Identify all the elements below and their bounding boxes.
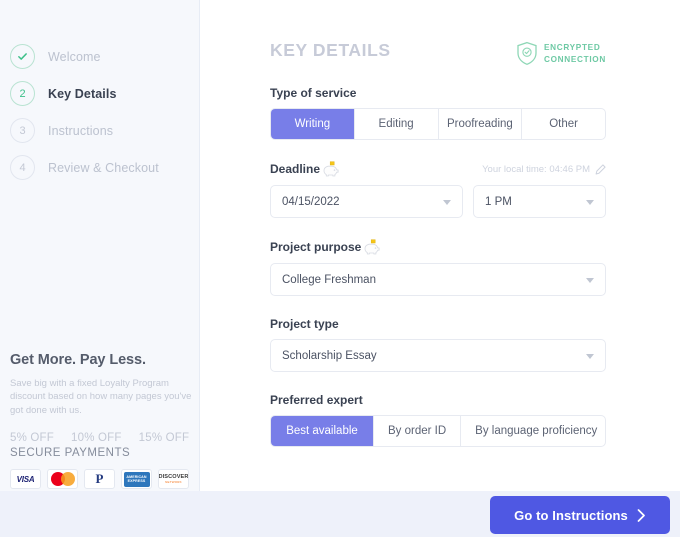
sidebar-step-label-instructions: Instructions xyxy=(48,124,113,138)
chevron-down-icon xyxy=(586,278,594,283)
project-purpose-label: Project purpose xyxy=(270,240,361,254)
loyalty-tier-2: 10% OFF xyxy=(71,432,122,444)
tab-best-available[interactable]: Best available xyxy=(271,416,373,446)
preferred-expert-label: Preferred expert xyxy=(270,393,606,407)
sidebar-step-instructions[interactable]: 3 Instructions xyxy=(10,112,199,149)
sidebar-step-label-review-checkout: Review & Checkout xyxy=(48,161,159,175)
payment-card-list: VISA P AMERICAN EXPRESS xyxy=(10,469,195,489)
tab-other[interactable]: Other xyxy=(521,109,605,139)
tab-editing[interactable]: Editing xyxy=(354,109,438,139)
secure-payments-title: SECURE PAYMENTS xyxy=(10,447,195,459)
visa-label: VISA xyxy=(17,475,35,484)
discover-sublabel: NETWORK xyxy=(158,480,188,484)
tab-proofreading[interactable]: Proofreading xyxy=(438,109,522,139)
loyalty-tier-1: 5% OFF xyxy=(10,432,54,444)
amex-icon: AMERICAN EXPRESS xyxy=(121,469,152,489)
check-icon xyxy=(17,51,28,62)
step-3-circle: 3 xyxy=(10,118,35,143)
go-to-instructions-button[interactable]: Go to Instructions xyxy=(490,496,670,534)
amex-label: AMERICAN EXPRESS xyxy=(124,475,150,484)
deadline-group: Deadline Your local time: 04:46 PM xyxy=(270,161,606,218)
project-purpose-group: Project purpose College Freshman xyxy=(270,239,606,296)
tab-by-language-proficiency[interactable]: By language proficiency xyxy=(460,416,606,446)
loyalty-description: Save big with a fixed Loyalty Program di… xyxy=(10,377,192,417)
sidebar: Welcome 2 Key Details 3 Instructions 4 R… xyxy=(0,0,200,495)
paypal-icon: P xyxy=(84,469,115,489)
type-of-service-group: Type of service Writing Editing Proofrea… xyxy=(270,86,606,140)
deadline-time-select[interactable]: 1 PM xyxy=(473,185,606,218)
chevron-right-icon xyxy=(637,509,646,522)
tab-writing[interactable]: Writing xyxy=(271,109,354,139)
sidebar-step-review-checkout[interactable]: 4 Review & Checkout xyxy=(10,149,199,186)
loyalty-tiers: 5% OFF 10% OFF 15% OFF xyxy=(10,432,192,444)
project-type-select[interactable]: Scholarship Essay xyxy=(270,339,606,372)
deadline-label-wrap: Deadline xyxy=(270,161,340,177)
key-details-form: KEY DETAILS ENCRYPTED CONNECTION Type of… xyxy=(270,40,606,447)
amex-badge: AMERICAN EXPRESS xyxy=(124,472,150,487)
paypal-label: P xyxy=(96,471,104,487)
step-2-circle: 2 xyxy=(10,81,35,106)
piggy-bank-icon xyxy=(364,239,381,255)
step-4-circle: 4 xyxy=(10,155,35,180)
step-progress-list: Welcome 2 Key Details 3 Instructions 4 R… xyxy=(0,0,199,186)
step-1-circle xyxy=(10,44,35,69)
deadline-date-value: 04/15/2022 xyxy=(282,196,340,208)
page-title: KEY DETAILS xyxy=(270,40,391,61)
chevron-down-icon xyxy=(586,354,594,359)
deadline-label: Deadline xyxy=(270,162,320,176)
cta-label: Go to Instructions xyxy=(514,508,628,523)
form-header: KEY DETAILS ENCRYPTED CONNECTION xyxy=(270,40,606,66)
deadline-label-row: Deadline Your local time: 04:46 PM xyxy=(270,161,606,177)
project-type-label: Project type xyxy=(270,317,606,331)
visa-icon: VISA xyxy=(10,469,41,489)
project-type-value: Scholarship Essay xyxy=(282,350,377,362)
discover-badge: DISCOVER NETWORK xyxy=(158,474,188,484)
deadline-controls: 04/15/2022 1 PM xyxy=(270,177,606,218)
mastercard-icon xyxy=(47,469,78,489)
type-of-service-label: Type of service xyxy=(270,86,606,100)
sidebar-step-welcome[interactable]: Welcome xyxy=(10,38,199,75)
order-wizard-page: Welcome 2 Key Details 3 Instructions 4 R… xyxy=(0,0,680,537)
encrypted-line-1: ENCRYPTED xyxy=(544,42,606,53)
type-of-service-tabs: Writing Editing Proofreading Other xyxy=(270,108,606,140)
project-purpose-label-wrap: Project purpose xyxy=(270,239,606,255)
project-purpose-value: College Freshman xyxy=(282,274,376,286)
mastercard-yellow-circle xyxy=(61,472,75,486)
pencil-edit-icon[interactable] xyxy=(595,164,606,175)
local-time-text: Your local time: 04:46 PM xyxy=(482,164,590,175)
main-panel: KEY DETAILS ENCRYPTED CONNECTION Type of… xyxy=(200,0,680,491)
loyalty-program-block: Get More. Pay Less. Save big with a fixe… xyxy=(10,352,192,444)
preferred-expert-group: Preferred expert Best available By order… xyxy=(270,393,606,447)
discover-icon: DISCOVER NETWORK xyxy=(158,469,189,489)
project-purpose-select[interactable]: College Freshman xyxy=(270,263,606,296)
sidebar-step-label-welcome: Welcome xyxy=(48,50,101,64)
piggy-bank-icon xyxy=(323,161,340,177)
loyalty-tier-3: 15% OFF xyxy=(139,432,190,444)
sidebar-step-label-key-details: Key Details xyxy=(48,87,117,101)
deadline-date-select[interactable]: 04/15/2022 xyxy=(270,185,463,218)
deadline-time-value: 1 PM xyxy=(485,196,512,208)
loyalty-title: Get More. Pay Less. xyxy=(10,352,192,368)
project-type-group: Project type Scholarship Essay xyxy=(270,317,606,372)
tab-by-order-id[interactable]: By order ID xyxy=(373,416,460,446)
encrypted-connection-text: ENCRYPTED CONNECTION xyxy=(544,42,606,64)
preferred-expert-tabs: Best available By order ID By language p… xyxy=(270,415,606,447)
sidebar-step-key-details[interactable]: 2 Key Details xyxy=(10,75,199,112)
shield-check-icon xyxy=(516,41,538,66)
mastercard-circles xyxy=(51,472,75,486)
secure-payments-block: SECURE PAYMENTS VISA P AMERICAN EXP xyxy=(10,447,195,489)
chevron-down-icon xyxy=(586,200,594,205)
encrypted-line-2: CONNECTION xyxy=(544,54,606,65)
chevron-down-icon xyxy=(443,200,451,205)
local-time-row: Your local time: 04:46 PM xyxy=(482,164,606,175)
encrypted-connection-badge: ENCRYPTED CONNECTION xyxy=(516,41,606,66)
